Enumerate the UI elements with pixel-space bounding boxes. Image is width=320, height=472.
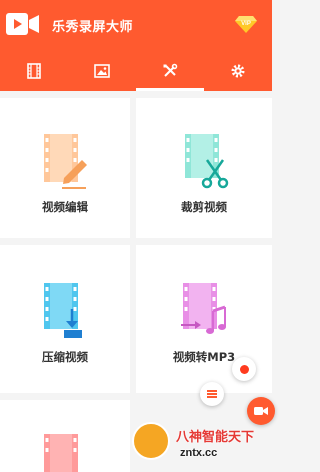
watermark-logo-icon xyxy=(132,422,170,460)
tool-label: 裁剪视频 xyxy=(181,200,227,214)
list-fab[interactable] xyxy=(200,382,224,406)
vip-label: VIP xyxy=(241,21,251,27)
tool-card-video-edit[interactable]: 视频编辑 xyxy=(0,98,130,238)
list-icon xyxy=(207,390,217,398)
record-fab[interactable] xyxy=(232,357,256,381)
watermark-text: 八神智能天下 xyxy=(176,430,255,445)
tab-videos[interactable] xyxy=(0,50,68,91)
title-bar: 乐秀录屏大师 VIP xyxy=(0,0,272,50)
film-strip-icon xyxy=(27,62,41,79)
watermark-url: zntx.cc xyxy=(180,447,218,459)
tab-settings[interactable] xyxy=(204,50,272,91)
tab-bar xyxy=(0,50,272,91)
watermark-overlay: 八神智能天下 zntx.cc xyxy=(128,418,272,472)
video-compress-icon xyxy=(44,283,82,338)
app-bar: 乐秀录屏大师 VIP xyxy=(0,0,272,91)
record-dot-icon xyxy=(239,364,249,374)
video-edit-icon xyxy=(44,134,87,189)
gear-icon xyxy=(231,64,245,77)
vip-diamond-icon[interactable]: VIP xyxy=(235,12,257,34)
tool-label: 视频编辑 xyxy=(42,200,88,214)
app-title: 乐秀录屏大师 xyxy=(52,20,134,35)
video-tool-icon xyxy=(44,434,78,472)
app-logo-icon xyxy=(6,13,39,35)
camera-icon xyxy=(254,407,268,415)
tool-label: 压缩视频 xyxy=(42,350,88,364)
video-to-mp3-icon xyxy=(181,283,226,334)
tools-icon xyxy=(163,63,178,77)
tool-card-video-compress[interactable]: 压缩视频 xyxy=(0,245,130,393)
image-icon xyxy=(94,63,110,78)
tool-card-video-trim[interactable]: 裁剪视频 xyxy=(136,98,272,238)
tool-card-partial[interactable] xyxy=(0,400,130,472)
video-trim-icon xyxy=(185,134,229,189)
tab-tools[interactable] xyxy=(136,50,204,91)
tab-images[interactable] xyxy=(68,50,136,91)
